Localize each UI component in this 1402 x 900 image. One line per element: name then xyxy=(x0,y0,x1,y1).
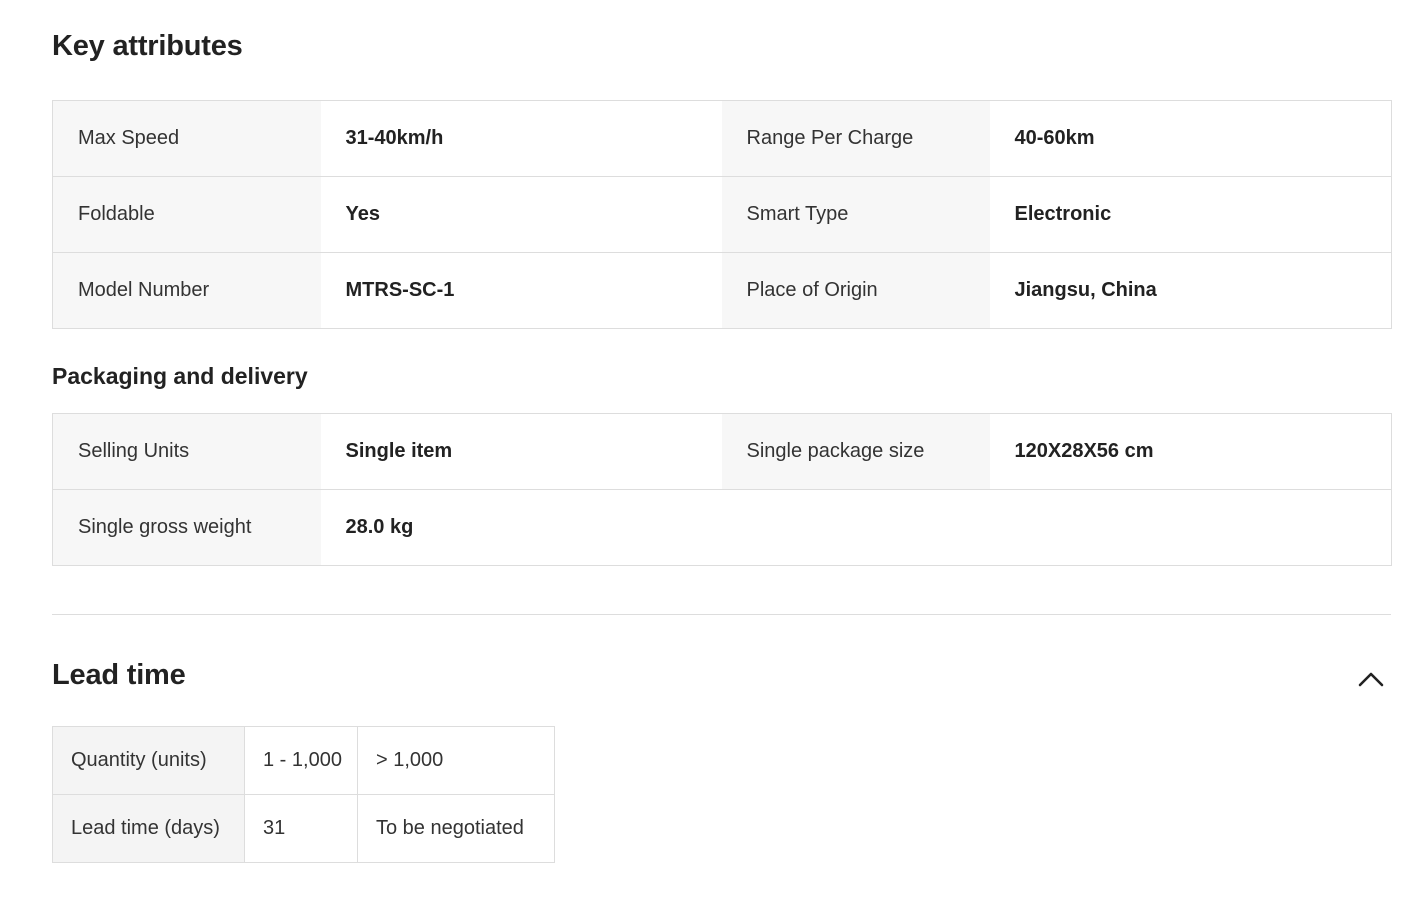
attribute-label: Range Per Charge xyxy=(721,100,990,177)
section-divider xyxy=(52,614,1391,615)
attribute-value: Electronic xyxy=(989,176,1392,253)
packaging-heading: Packaging and delivery xyxy=(52,363,308,389)
table-row: Max Speed 31-40km/h Range Per Charge 40-… xyxy=(52,100,1392,177)
lead-days-value: 31 xyxy=(244,794,358,863)
attribute-label: Foldable xyxy=(52,176,321,253)
table-row: Lead time (days) 31 To be negotiated xyxy=(52,794,555,863)
attribute-label: Place of Origin xyxy=(721,252,990,329)
attribute-value: Single item xyxy=(320,413,722,490)
attribute-value: 120X28X56 cm xyxy=(989,413,1392,490)
lead-time-heading: Lead time xyxy=(52,659,186,691)
attribute-value: Jiangsu, China xyxy=(989,252,1392,329)
attribute-value: 40-60km xyxy=(989,100,1392,177)
key-attributes-heading: Key attributes xyxy=(52,30,243,62)
attribute-label: Single gross weight xyxy=(52,489,321,566)
table-row: Foldable Yes Smart Type Electronic xyxy=(52,176,1392,253)
table-row: Quantity (units) 1 - 1,000 > 1,000 xyxy=(52,726,555,795)
attribute-value: Yes xyxy=(320,176,722,253)
chevron-up-icon-graphic xyxy=(1358,672,1384,687)
table-row: Selling Units Single item Single package… xyxy=(52,413,1392,490)
key-attributes-table: Max Speed 31-40km/h Range Per Charge 40-… xyxy=(52,100,1392,329)
attribute-value: 31-40km/h xyxy=(320,100,722,177)
table-row: Single gross weight 28.0 kg xyxy=(52,489,1392,566)
product-details-page: Key attributes Max Speed 31-40km/h Range… xyxy=(0,0,1402,900)
attribute-label: Selling Units xyxy=(52,413,321,490)
attribute-label: Smart Type xyxy=(721,176,990,253)
empty-cell xyxy=(721,489,1392,566)
lead-days-label: Lead time (days) xyxy=(52,794,245,863)
attribute-label: Max Speed xyxy=(52,100,321,177)
quantity-range: > 1,000 xyxy=(357,726,555,795)
lead-time-table: Quantity (units) 1 - 1,000 > 1,000 Lead … xyxy=(52,726,555,863)
lead-days-value: To be negotiated xyxy=(357,794,555,863)
attribute-label: Single package size xyxy=(721,413,990,490)
attribute-label: Model Number xyxy=(52,252,321,329)
quantity-label: Quantity (units) xyxy=(52,726,245,795)
attribute-value: 28.0 kg xyxy=(320,489,722,566)
chevron-up-icon[interactable] xyxy=(1356,666,1386,690)
quantity-range: 1 - 1,000 xyxy=(244,726,358,795)
attribute-value: MTRS-SC-1 xyxy=(320,252,722,329)
packaging-table: Selling Units Single item Single package… xyxy=(52,413,1392,566)
table-row: Model Number MTRS-SC-1 Place of Origin J… xyxy=(52,252,1392,329)
